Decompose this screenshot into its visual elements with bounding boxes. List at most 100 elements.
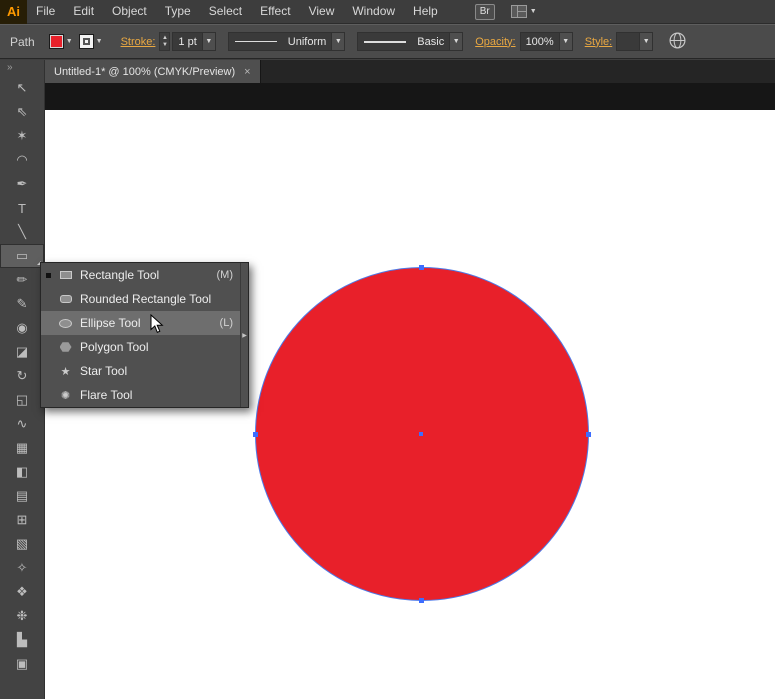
fill-color-picker[interactable]: ▼ bbox=[48, 34, 73, 49]
symbol-sprayer-tool[interactable]: ❉ bbox=[0, 604, 44, 628]
chevron-down-icon[interactable]: ▼ bbox=[639, 33, 653, 50]
blob-brush-tool-icon: ◉ bbox=[16, 320, 28, 335]
opacity-combo[interactable]: 100% ▼ bbox=[519, 32, 573, 51]
star-icon: ★ bbox=[60, 365, 71, 378]
menu-edit[interactable]: Edit bbox=[64, 0, 103, 23]
flyout-item-rectangle-tool[interactable]: Rectangle Tool (M) bbox=[41, 263, 240, 287]
width-tool[interactable]: ∿ bbox=[0, 412, 44, 436]
line-segment-tool-icon: ╲ bbox=[18, 224, 26, 239]
rectangle-tool[interactable]: ▭ bbox=[0, 244, 44, 268]
rectangle-icon bbox=[58, 271, 73, 279]
document-tab-bar: Untitled-1* @ 100% (CMYK/Preview) × bbox=[45, 60, 775, 84]
flyout-item-polygon-tool[interactable]: Polygon Tool bbox=[41, 335, 240, 359]
menu-effect[interactable]: Effect bbox=[251, 0, 299, 23]
width-profile-combo[interactable]: Uniform ▼ bbox=[227, 32, 346, 51]
menu-file[interactable]: File bbox=[27, 0, 64, 23]
workspace-layout-button[interactable]: ▼ bbox=[510, 5, 537, 18]
tools-panel: » ↖ ⇖ ✶ ◠ ✒ T ╲ ▭ ✏ ✎ ◉ ◪ ↻ ◱ ∿ ▦ ◧ ▤ ⊞ … bbox=[0, 60, 45, 699]
current-tool-marker bbox=[46, 272, 51, 278]
brush-definition-value: Basic bbox=[417, 35, 445, 48]
menu-view[interactable]: View bbox=[300, 0, 344, 23]
selection-tool-icon: ↖ bbox=[16, 80, 28, 95]
flyout-item-star-tool[interactable]: ★ Star Tool bbox=[41, 359, 240, 383]
chevron-down-icon: ▼ bbox=[529, 8, 537, 15]
line-segment-tool[interactable]: ╲ bbox=[0, 220, 44, 244]
artboard-tool[interactable]: ▣ bbox=[0, 652, 44, 676]
anchor-point-left[interactable] bbox=[253, 432, 258, 437]
pen-tool-icon: ✒ bbox=[16, 176, 28, 191]
selection-type-label: Path bbox=[10, 34, 35, 49]
close-icon[interactable]: × bbox=[244, 66, 250, 78]
flyout-item-ellipse-tool[interactable]: Ellipse Tool (L) bbox=[41, 311, 240, 335]
shape-tools-flyout: Rectangle Tool (M) Rounded Rectangle Too… bbox=[40, 262, 249, 408]
flyout-item-rounded-rectangle-tool[interactable]: Rounded Rectangle Tool bbox=[41, 287, 240, 311]
eyedropper-tool[interactable]: ✧ bbox=[0, 556, 44, 580]
stroke-weight-combo[interactable]: 1 pt ▼ bbox=[172, 32, 216, 51]
shape-builder-tool[interactable]: ◧ bbox=[0, 460, 44, 484]
pencil-tool[interactable]: ✎ bbox=[0, 292, 44, 316]
stroke-color-picker[interactable]: ▼ bbox=[78, 34, 103, 49]
chevron-down-icon[interactable]: ▼ bbox=[449, 33, 463, 50]
eraser-tool[interactable]: ◪ bbox=[0, 340, 44, 364]
graphic-style-value bbox=[617, 33, 639, 50]
menu-select[interactable]: Select bbox=[200, 0, 251, 23]
lasso-tool-icon: ◠ bbox=[16, 152, 28, 167]
tear-off-strip[interactable]: ▶ bbox=[240, 263, 248, 407]
menu-type[interactable]: Type bbox=[156, 0, 200, 23]
stroke-weight-value: 1 pt bbox=[178, 35, 197, 48]
paintbrush-tool-icon: ✏ bbox=[16, 272, 28, 287]
width-profile-value: Uniform bbox=[287, 35, 327, 48]
stroke-panel-link[interactable]: Stroke: bbox=[121, 36, 156, 48]
anchor-point-right[interactable] bbox=[586, 432, 591, 437]
symbol-sprayer-tool-icon: ❉ bbox=[16, 608, 28, 623]
graphic-style-combo[interactable]: ▼ bbox=[616, 32, 654, 51]
blob-brush-tool[interactable]: ◉ bbox=[0, 316, 44, 340]
flyout-item-label: Flare Tool bbox=[80, 388, 133, 402]
pasteboard bbox=[45, 84, 775, 110]
control-bar: Path ▼ ▼ Stroke: ▲ ▼ 1 pt ▼ Uniform ▼ Bas… bbox=[0, 24, 775, 59]
scale-tool[interactable]: ◱ bbox=[0, 388, 44, 412]
blend-tool[interactable]: ❖ bbox=[0, 580, 44, 604]
menu-help[interactable]: Help bbox=[404, 0, 447, 23]
center-point[interactable] bbox=[419, 432, 423, 436]
chevron-down-icon[interactable]: ▼ bbox=[331, 33, 345, 50]
direct-selection-tool[interactable]: ⇖ bbox=[0, 100, 44, 124]
free-transform-tool-icon: ▦ bbox=[15, 440, 29, 455]
flyout-item-label: Star Tool bbox=[80, 364, 128, 378]
column-graph-tool[interactable]: ▙ bbox=[0, 628, 44, 652]
menu-window[interactable]: Window bbox=[343, 0, 404, 23]
bridge-button[interactable]: Br bbox=[474, 3, 495, 20]
fill-color-swatch[interactable] bbox=[48, 34, 64, 49]
free-transform-tool[interactable]: ▦ bbox=[0, 436, 44, 460]
gradient-tool[interactable]: ▧ bbox=[0, 532, 44, 556]
perspective-grid-tool[interactable]: ▤ bbox=[0, 484, 44, 508]
paintbrush-tool[interactable]: ✏ bbox=[0, 268, 44, 292]
brush-definition-combo[interactable]: Basic ▼ bbox=[357, 32, 464, 51]
perspective-grid-tool-icon: ▤ bbox=[15, 488, 29, 503]
document-setup-globe-icon[interactable] bbox=[669, 31, 686, 52]
document-tab[interactable]: Untitled-1* @ 100% (CMYK/Preview) × bbox=[45, 60, 261, 83]
pen-tool[interactable]: ✒ bbox=[0, 172, 44, 196]
opacity-panel-link[interactable]: Opacity: bbox=[475, 36, 515, 48]
lasso-tool[interactable]: ◠ bbox=[0, 148, 44, 172]
mesh-tool[interactable]: ⊞ bbox=[0, 508, 44, 532]
stroke-weight-stepper[interactable]: ▲ ▼ bbox=[159, 32, 171, 51]
flyout-item-label: Rounded Rectangle Tool bbox=[80, 292, 212, 306]
chevron-down-icon: ▼ bbox=[95, 38, 103, 45]
flyout-item-flare-tool[interactable]: ✺ Flare Tool bbox=[41, 383, 240, 407]
width-profile-preview bbox=[234, 41, 277, 42]
type-tool[interactable]: T bbox=[0, 196, 44, 220]
anchor-point-top[interactable] bbox=[419, 265, 424, 270]
direct-selection-tool-icon: ⇖ bbox=[16, 104, 28, 119]
stroke-color-swatch[interactable] bbox=[78, 34, 94, 49]
chevron-down-icon[interactable]: ▼ bbox=[558, 33, 572, 50]
selection-tool[interactable]: ↖ bbox=[0, 76, 44, 100]
anchor-point-bottom[interactable] bbox=[419, 598, 424, 603]
eraser-tool-icon: ◪ bbox=[15, 344, 29, 359]
rotate-tool[interactable]: ↻ bbox=[0, 364, 44, 388]
chevron-down-icon[interactable]: ▼ bbox=[201, 33, 215, 50]
magic-wand-tool[interactable]: ✶ bbox=[0, 124, 44, 148]
tools-panel-collapse[interactable]: » bbox=[0, 60, 44, 76]
style-panel-link[interactable]: Style: bbox=[585, 36, 613, 48]
menu-object[interactable]: Object bbox=[103, 0, 156, 23]
